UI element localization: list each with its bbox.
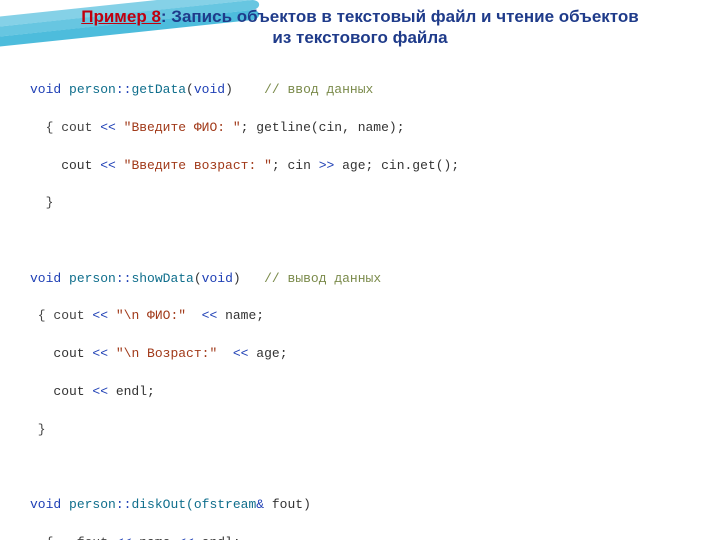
code-line: }	[30, 194, 702, 213]
title-line1: Запись объектов в текстовый файл и чтени…	[171, 7, 638, 26]
slide: Пример 8: Запись объектов в текстовый фа…	[0, 0, 720, 540]
code-line: void person::showData(void) // вывод дан…	[30, 270, 702, 289]
code-line: { cout << "Введите ФИО: "; getline(cin, …	[30, 119, 702, 138]
code-line: { fout << name << endl;	[30, 534, 702, 540]
code-line	[30, 232, 702, 251]
code-line: }	[30, 421, 702, 440]
code-line: cout << "Введите возраст: "; cin >> age;…	[30, 157, 702, 176]
slide-title: Пример 8: Запись объектов в текстовый фа…	[0, 0, 720, 49]
code-line	[30, 458, 702, 477]
code-line: void person::getData(void) // ввод данны…	[30, 81, 702, 100]
code-line: { cout << "\n ФИО:" << name;	[30, 307, 702, 326]
code-line: cout << endl;	[30, 383, 702, 402]
code-line: void person::diskOut(ofstream& fout)	[30, 496, 702, 515]
title-line2: из текстового файла	[272, 28, 447, 47]
title-prefix: Пример 8	[81, 7, 161, 26]
title-sep: :	[161, 7, 171, 26]
code-block: void person::getData(void) // ввод данны…	[30, 63, 702, 540]
code-line: cout << "\n Возраст:" << age;	[30, 345, 702, 364]
